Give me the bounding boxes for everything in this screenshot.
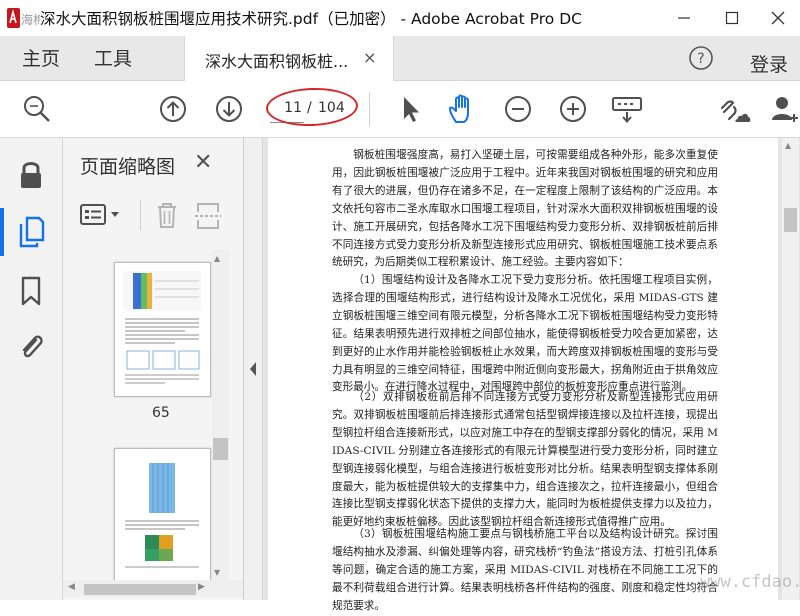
bookmarks-button[interactable] — [16, 274, 46, 308]
left-navigation-rail — [0, 138, 63, 600]
cursor-arrow-icon — [404, 97, 419, 122]
zoom-out-button[interactable] — [503, 94, 533, 124]
search-button[interactable] — [22, 94, 52, 124]
help-button[interactable]: ? — [688, 45, 714, 71]
previous-page-button[interactable] — [158, 94, 188, 124]
cloud-link-icon — [720, 100, 751, 122]
hand-tool-button[interactable] — [446, 92, 478, 126]
thumbnails-scroll-down-icon[interactable]: ▼ — [214, 568, 220, 577]
document-scrollbar-thumb[interactable] — [784, 208, 797, 232]
thumbnail-preview-next — [125, 463, 199, 568]
share-link-button[interactable] — [716, 92, 752, 126]
chevron-left-icon — [250, 362, 256, 376]
delete-page-button[interactable] — [152, 200, 182, 230]
attachments-button[interactable] — [16, 330, 46, 364]
logo-watermark-text: 海棉哥 — [21, 12, 40, 27]
zoom-in-button[interactable] — [558, 94, 588, 124]
paragraph-item-1: （1）围堰结构设计及各降水工况下受力变形分析。依托围堰工程项目实例，选择合理的围… — [332, 274, 718, 394]
tab-tools[interactable]: 工具 — [94, 44, 132, 71]
next-page-button[interactable] — [214, 94, 244, 124]
trash-icon — [158, 203, 176, 228]
thumbnails-hscroll-thumb[interactable] — [84, 584, 196, 595]
document-scroll-up-icon[interactable]: ▲ — [785, 141, 791, 150]
tab-home[interactable]: 主页 — [22, 44, 60, 71]
close-icon — [771, 11, 785, 25]
login-button[interactable]: 登录 — [750, 50, 788, 77]
search-icon — [24, 96, 50, 122]
hand-icon — [449, 94, 469, 123]
minimize-icon — [678, 17, 690, 19]
thumbnails-scroll-up-icon[interactable]: ▲ — [214, 254, 220, 263]
bookmark-icon — [21, 276, 41, 306]
thumbnail-page-next[interactable] — [114, 448, 211, 582]
user-add-icon — [772, 97, 798, 122]
thumbnails-scroll-right-icon[interactable]: ▶ — [198, 582, 205, 592]
page-display-button[interactable] — [610, 94, 644, 124]
minimize-button[interactable] — [664, 4, 704, 32]
lock-icon — [21, 162, 41, 188]
help-glyph: ? — [697, 51, 704, 67]
paragraph-intro: 钢板桩围堰强度高，易打入坚硬土层，可按需要组成各种外形，能多次重复使用，因此钢板… — [332, 149, 718, 269]
tab-close-button[interactable]: × — [363, 48, 376, 67]
thumbnail-preview — [123, 271, 201, 384]
close-window-button[interactable] — [758, 4, 798, 32]
extract-page-button[interactable] — [194, 200, 222, 230]
options-list-icon — [80, 204, 119, 225]
window-title: 深水大面积钢板桩围堰应用技术研究.pdf（已加密） - Adobe Acroba… — [40, 10, 582, 28]
thumbnails-panel-title: 页面缩略图 — [80, 156, 176, 178]
thumbnails-scroll-left-icon[interactable]: ◀ — [68, 582, 75, 592]
paragraph-item-2: （2）双排钢板桩前后排不同连接方式受力变形分析及新型连接形式应用研究。双排钢板桩… — [332, 391, 718, 529]
thumbnails-scrollbar[interactable] — [212, 250, 229, 580]
help-icon: ? — [689, 46, 713, 70]
security-button[interactable] — [16, 158, 46, 192]
active-panel-indicator — [0, 208, 4, 256]
thumbnail-options-button[interactable] — [80, 202, 124, 228]
site-watermark: www.cfdao.com — [700, 572, 800, 592]
panel-toolbar-divider — [140, 200, 141, 230]
tab-document[interactable]: 深水大面积钢板桩... × — [184, 36, 394, 81]
maximize-button[interactable] — [712, 4, 752, 32]
page-extract-icon — [195, 203, 221, 229]
keyboard-scroll-icon — [612, 97, 642, 124]
maximize-icon — [725, 11, 739, 25]
zoom-out-icon — [505, 96, 531, 122]
paragraph-item-3: （3）钢板桩围堰结构施工要点与钢栈桥施工平台以及结构设计研究。探讨围堰结构抽水及… — [332, 528, 718, 612]
paperclip-icon — [22, 335, 43, 358]
thumbnail-page-label: 65 — [152, 405, 170, 421]
thumbnails-icon — [19, 216, 45, 248]
page-thumbnails-button[interactable] — [16, 214, 46, 250]
arrow-down-circle-icon — [216, 96, 242, 122]
select-tool-button[interactable] — [396, 94, 424, 124]
arrow-up-circle-icon — [160, 96, 186, 122]
zoom-in-icon — [560, 96, 586, 122]
tab-document-label: 深水大面积钢板桩... — [205, 52, 349, 71]
panel-collapse-handle[interactable] — [244, 138, 263, 600]
toolbar-divider — [369, 92, 370, 126]
thumbnail-page[interactable] — [114, 262, 211, 397]
thumbnails-close-button[interactable]: ✕ — [194, 150, 212, 175]
thumbnails-scrollbar-thumb[interactable] — [213, 438, 228, 460]
add-user-button[interactable] — [770, 92, 800, 126]
